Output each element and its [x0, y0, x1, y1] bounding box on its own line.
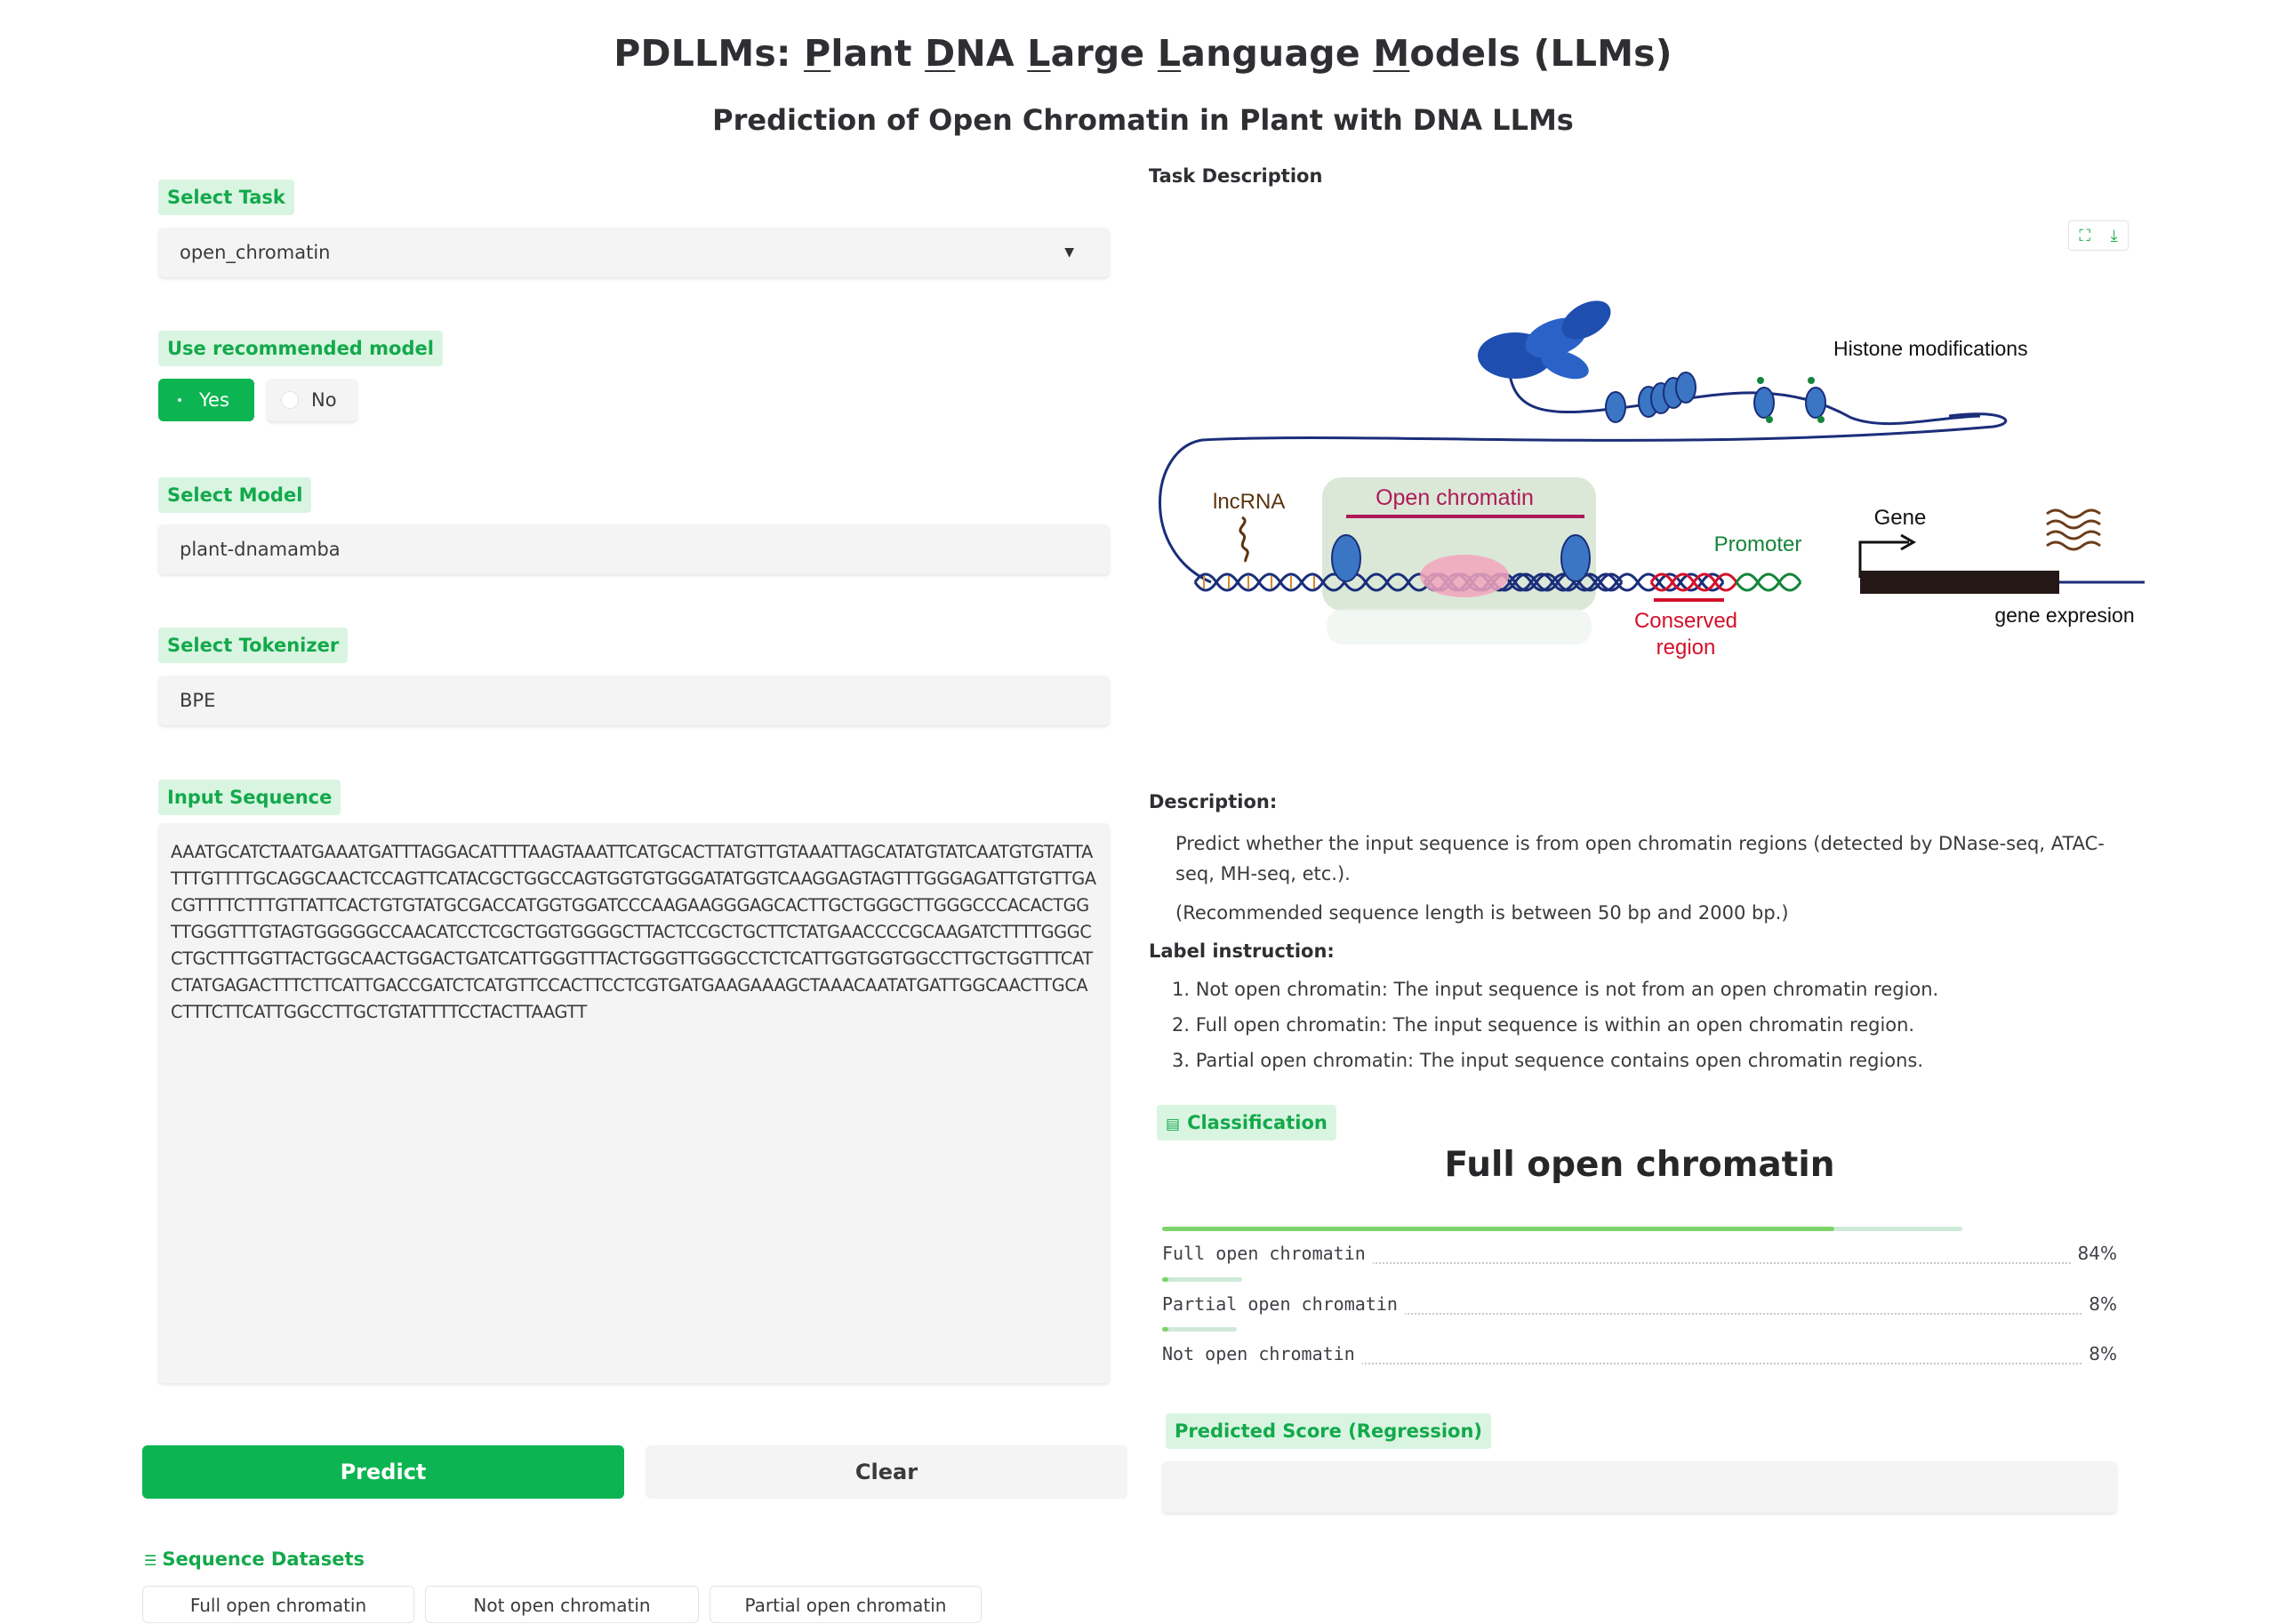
chromosome-icon	[1478, 300, 1611, 380]
app-subtitle: Prediction of Open Chromatin in Plant wi…	[712, 103, 1574, 137]
classification-result: Full open chromatin	[1444, 1145, 1835, 1185]
open-chromatin-figure: Open chromatin Histone modifications lnc…	[1159, 300, 2145, 660]
download-icon[interactable]: ⤓	[2111, 227, 2118, 245]
mrna-waves-icon	[2046, 508, 2101, 551]
predicted-score-field[interactable]	[1162, 1461, 2117, 1513]
promoter-text: Promoter	[1714, 532, 1802, 556]
radio-yes[interactable]: Yes	[158, 379, 254, 421]
radio-no-label: No	[311, 389, 337, 411]
open-chromatin-reflection	[1327, 609, 1592, 644]
label-item-2: 2. Full open chromatin: The input sequen…	[1172, 1014, 1915, 1036]
task-dropdown-value: open_chromatin	[180, 242, 331, 263]
description-title: Description:	[1149, 791, 1278, 812]
predict-button[interactable]: Predict	[142, 1445, 624, 1499]
region-text: region	[1656, 636, 1716, 660]
radio-no[interactable]: No	[267, 379, 357, 421]
dataset-not-open[interactable]: Not open chromatin	[425, 1586, 699, 1623]
radio-yes-label: Yes	[199, 389, 229, 411]
app-title: PDLLMs: Plant DNA Large Language Models …	[614, 32, 1672, 75]
list-icon: ☰	[144, 1552, 157, 1569]
predicted-score-label: Predicted Score (Regression)	[1166, 1413, 1492, 1449]
bar-chart-icon: ▤	[1166, 1116, 1181, 1133]
task-dropdown[interactable]: open_chromatin ▼	[158, 228, 1110, 277]
prediction-row: Partial open chromatin 8%	[1162, 1277, 2117, 1325]
prediction-row: Not open chromatin 8%	[1162, 1327, 2117, 1375]
open-chromatin-text: Open chromatin	[1376, 485, 1534, 510]
histone-modifications-text: Histone modifications	[1833, 337, 2028, 360]
prediction-label: Full open chromatin	[1162, 1243, 1373, 1264]
select-tokenizer-label: Select Tokenizer	[158, 628, 349, 663]
label-item-1: 1. Not open chromatin: The input sequenc…	[1172, 979, 1939, 1000]
gene-box	[1860, 571, 2059, 594]
lncrna-text: lncRNA	[1213, 490, 1285, 514]
prediction-bar	[1162, 1227, 1834, 1231]
task-description-label: Task Description	[1149, 165, 1323, 187]
classification-label: ▤ Classification	[1157, 1105, 1336, 1140]
chevron-down-icon: ▼	[1064, 245, 1074, 260]
lncrna-squiggle	[1239, 516, 1249, 563]
conserved-text: Conserved	[1634, 609, 1737, 633]
dataset-full-open[interactable]: Full open chromatin	[142, 1586, 414, 1623]
prediction-percent: 84%	[2070, 1243, 2117, 1264]
label-instruction-title: Label instruction:	[1149, 940, 1335, 962]
tokenizer-field-value: BPE	[180, 690, 216, 711]
dataset-partial-open[interactable]: Partial open chromatin	[710, 1586, 982, 1623]
sequence-datasets-label: Sequence Datasets	[162, 1548, 365, 1570]
transcription-factor-blob	[1420, 555, 1509, 597]
select-task-label: Select Task	[158, 180, 294, 215]
prediction-percent: 8%	[2081, 1293, 2117, 1315]
recommended-length-text: (Recommended sequence length is between …	[1175, 902, 1789, 924]
prediction-percent: 8%	[2081, 1343, 2117, 1364]
radio-unchecked-icon	[281, 391, 299, 409]
prediction-bar	[1162, 1327, 1168, 1332]
gene-text: Gene	[1874, 506, 1927, 530]
input-sequence-label: Input Sequence	[158, 780, 341, 815]
model-field[interactable]: plant-dnamamba	[158, 524, 1110, 574]
model-field-value: plant-dnamamba	[180, 539, 341, 560]
description-text: Predict whether the input sequence is fr…	[1175, 833, 2105, 884]
prediction-label: Not open chromatin	[1162, 1343, 1362, 1364]
prediction-label: Partial open chromatin	[1162, 1293, 1405, 1315]
use-recommended-label: Use recommended model	[158, 331, 443, 366]
prediction-bar	[1162, 1277, 1169, 1282]
select-model-label: Select Model	[158, 477, 312, 513]
tokenizer-field[interactable]: BPE	[158, 676, 1110, 725]
label-item-3: 3. Partial open chromatin: The input seq…	[1172, 1050, 1924, 1071]
radio-checked-icon	[172, 393, 187, 407]
clear-button[interactable]: Clear	[646, 1445, 1127, 1499]
prediction-row: Full open chromatin 84%	[1162, 1227, 2117, 1275]
gene-expression-text: gene expresion	[1994, 604, 2134, 627]
sequence-textarea[interactable]: AAATGCATCTAATGAAATGATTTAGGACATTTTAAGTAAA…	[158, 823, 1110, 1383]
fullscreen-icon[interactable]: ⛶	[2079, 227, 2090, 245]
sequence-datasets-header: ☰ Sequence Datasets	[144, 1548, 365, 1570]
figure-toolbar: ⛶ ⤓	[2068, 220, 2129, 251]
